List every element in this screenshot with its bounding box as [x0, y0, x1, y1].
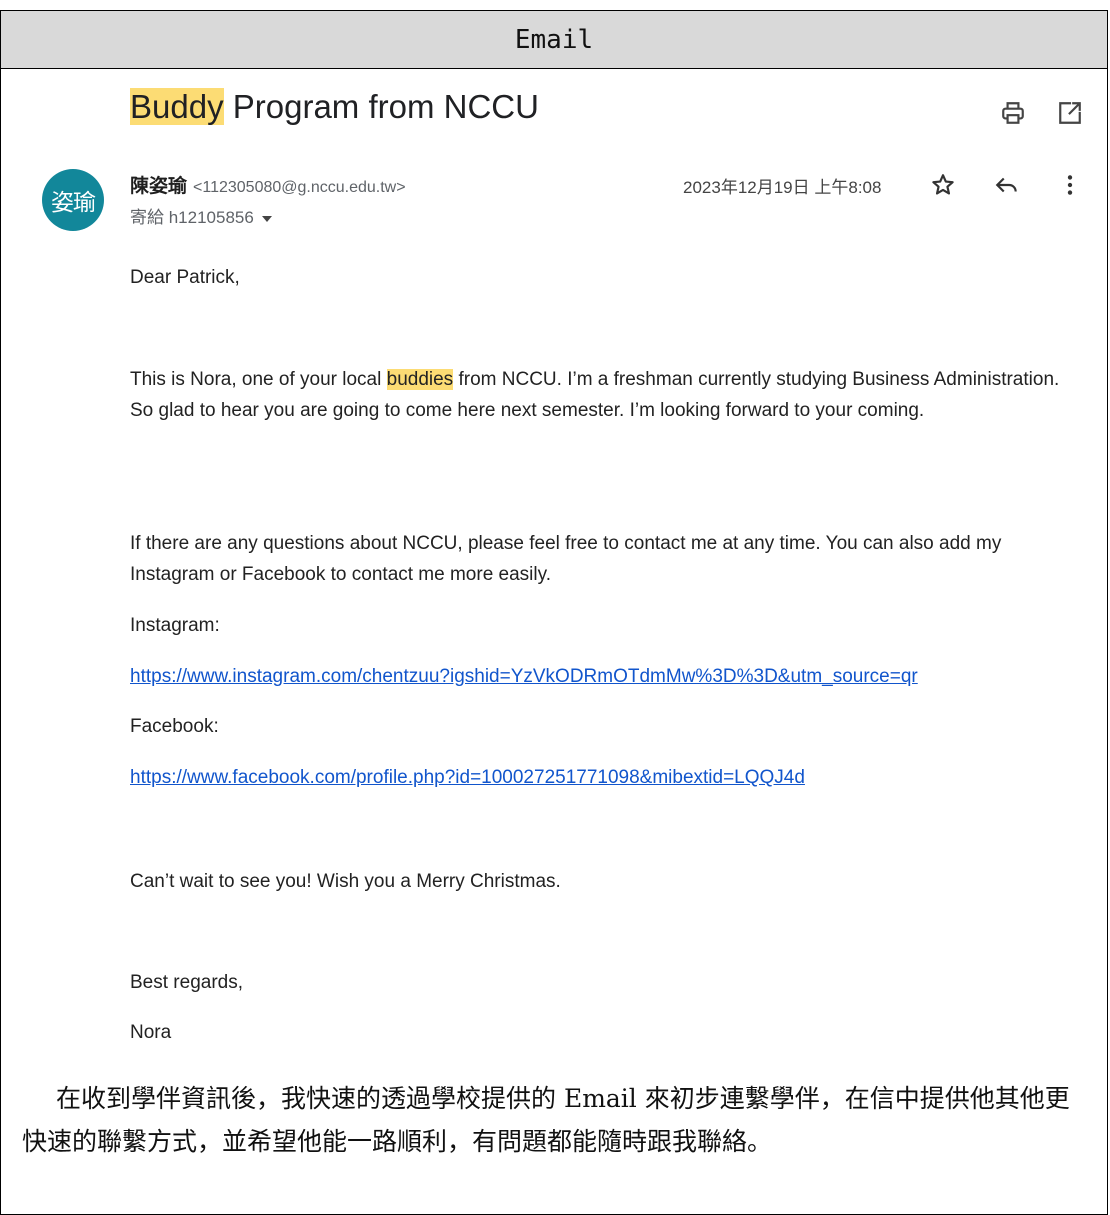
sender-name: 陳姿瑜 — [130, 176, 188, 197]
more-vert-icon[interactable] — [1057, 172, 1083, 198]
email-paragraph-2: If there are any questions about NCCU, p… — [130, 533, 1002, 585]
instagram-label: Instagram: — [130, 615, 220, 636]
email-subject: Buddy Program from NCCU — [130, 88, 539, 126]
email-signature: Nora — [130, 1022, 172, 1043]
subject-highlight: Buddy — [130, 88, 224, 125]
facebook-link-line: https://www.facebook.com/profile.php?id=… — [130, 762, 1080, 793]
print-icon[interactable] — [1000, 100, 1026, 126]
sender-line: 陳姿瑜 <112305080@g.nccu.edu.tw> — [130, 171, 406, 198]
sender-email: <112305080@g.nccu.edu.tw> — [193, 179, 406, 196]
subject-rest: Program from NCCU — [223, 88, 539, 125]
reply-icon[interactable] — [994, 172, 1020, 198]
instagram-link-line: https://www.instagram.com/chentzuu?igshi… — [130, 661, 1080, 692]
email-date: 2023年12月19日 上午8:08 — [683, 178, 882, 197]
facebook-label: Facebook: — [130, 716, 219, 737]
email-signoff: Best regards, — [130, 972, 243, 993]
recipient: 寄給 h12105856 — [130, 208, 254, 227]
instagram-link[interactable]: https://www.instagram.com/chentzuu?igshi… — [130, 666, 918, 687]
caret-down-icon[interactable] — [261, 215, 272, 222]
star-icon[interactable] — [930, 172, 956, 198]
facebook-link[interactable]: https://www.facebook.com/profile.php?id=… — [130, 767, 805, 788]
open-in-new-window-icon[interactable] — [1057, 100, 1083, 126]
email-closing: Can’t wait to see you! Wish you a Merry … — [130, 871, 561, 892]
avatar: 姿瑜 — [42, 169, 104, 231]
essay-paragraph: 在收到學伴資訊後，我快速的透過學校提供的 Email 來初步連繫學伴，在信中提供… — [22, 1084, 1070, 1156]
email-greeting: Dear Patrick, — [130, 267, 240, 288]
p1-highlight: buddies — [386, 369, 454, 390]
table-header: Email — [1, 11, 1107, 69]
recipient-line[interactable]: 寄給 h12105856 — [130, 203, 272, 228]
p1-before: This is Nora, one of your local — [130, 369, 387, 390]
email-paragraph-1: This is Nora, one of your local buddies … — [130, 364, 1080, 426]
